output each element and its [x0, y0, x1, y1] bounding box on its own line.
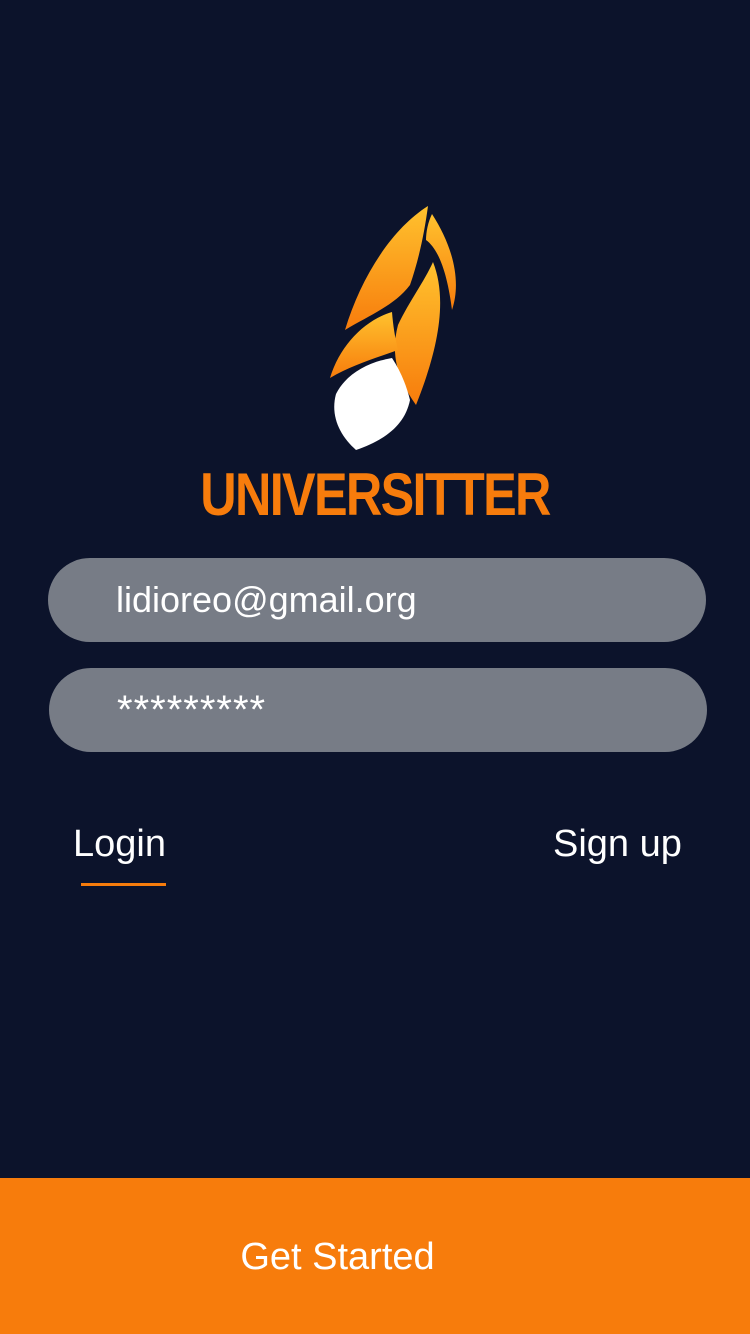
tab-login[interactable]: Login — [73, 822, 166, 866]
email-field[interactable] — [48, 558, 706, 642]
active-tab-indicator — [81, 883, 166, 886]
universitter-logo-icon — [330, 206, 456, 450]
password-field[interactable] — [49, 668, 707, 752]
app-name-logo-text: UNIVERSITTER — [200, 461, 551, 528]
tab-signup[interactable]: Sign up — [553, 822, 682, 866]
password-input[interactable] — [117, 668, 677, 752]
email-input[interactable] — [116, 558, 676, 642]
get-started-label: Get Started — [240, 1236, 435, 1278]
get-started-button[interactable]: Get Started — [0, 1178, 750, 1334]
